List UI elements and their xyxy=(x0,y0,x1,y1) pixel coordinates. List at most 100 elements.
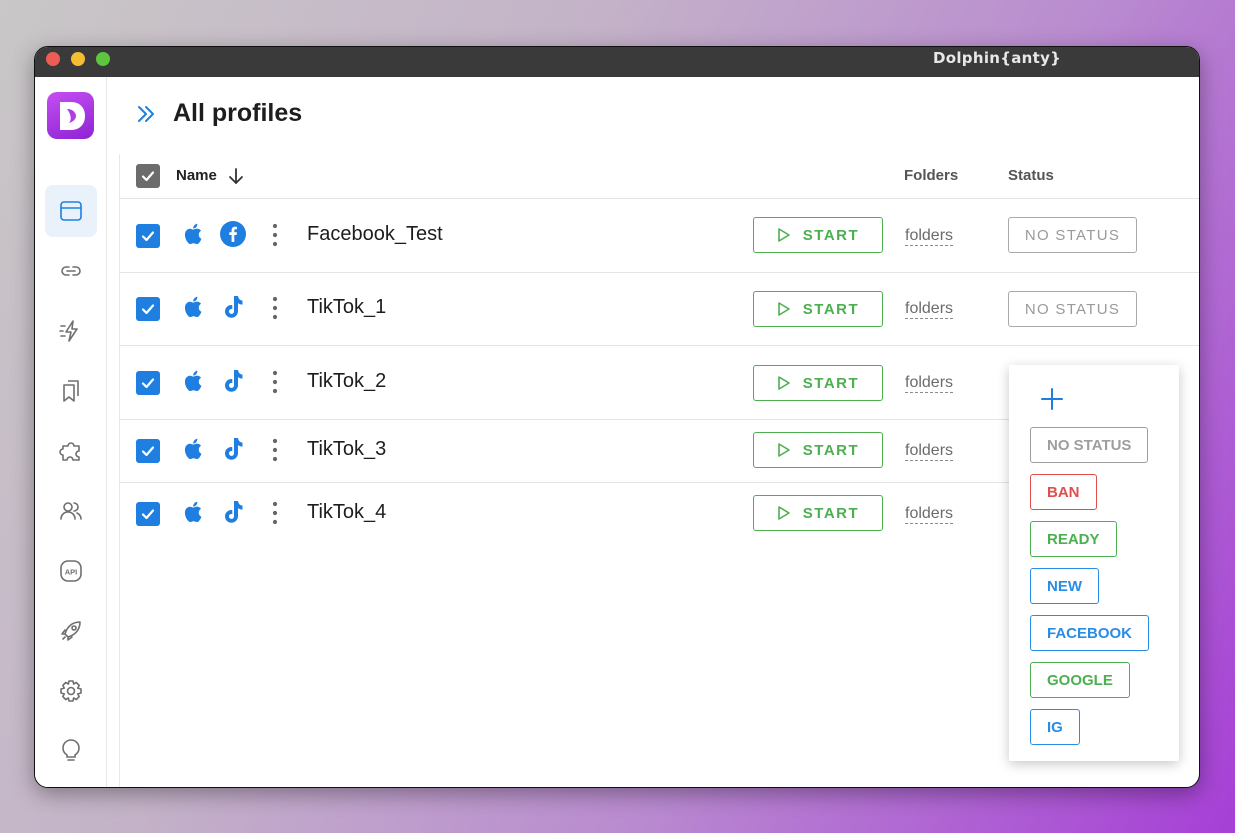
sidebar-item-profiles[interactable] xyxy=(45,185,97,237)
sidebar-item-automation[interactable] xyxy=(45,305,97,357)
status-option-google[interactable]: GOOGLE xyxy=(1030,662,1130,698)
more-options-icon[interactable] xyxy=(271,296,279,320)
sidebar-item-tips[interactable] xyxy=(45,725,97,777)
row-checkbox[interactable] xyxy=(136,297,160,321)
profile-name[interactable]: TikTok_1 xyxy=(307,296,386,319)
play-icon xyxy=(777,302,790,316)
check-icon xyxy=(141,509,155,520)
start-button[interactable]: START xyxy=(753,495,883,531)
play-icon xyxy=(777,506,790,520)
folders-link[interactable]: folders xyxy=(905,227,954,246)
minimize-window-button[interactable] xyxy=(71,52,85,66)
sidebar-item-extensions[interactable] xyxy=(45,425,97,477)
check-icon xyxy=(141,171,155,182)
profile-name[interactable]: TikTok_4 xyxy=(307,501,386,524)
folders-link[interactable]: folders xyxy=(905,300,954,319)
tiktok-icon xyxy=(225,370,243,392)
more-options-icon[interactable] xyxy=(271,223,279,247)
table-divider xyxy=(119,198,1199,199)
folders-link[interactable]: folders xyxy=(905,374,954,393)
users-icon xyxy=(60,502,82,520)
tiktok-icon xyxy=(225,296,243,318)
title-bar: Dolphin{anty} xyxy=(35,47,1199,77)
status-option-facebook[interactable]: FACEBOOK xyxy=(1030,615,1150,651)
facebook-icon xyxy=(220,221,246,247)
column-header-folders: Folders xyxy=(904,167,959,184)
apple-icon xyxy=(184,223,202,245)
page-title: All profiles xyxy=(173,99,303,127)
sidebar-item-api[interactable]: API xyxy=(45,545,97,597)
more-options-icon[interactable] xyxy=(271,501,279,525)
window-title: Dolphin{anty} xyxy=(933,49,1062,67)
start-button-label: START xyxy=(802,226,860,244)
browser-window-icon xyxy=(60,201,82,221)
more-options-icon[interactable] xyxy=(271,438,279,462)
close-window-button[interactable] xyxy=(46,52,60,66)
api-icon-label: API xyxy=(65,568,78,577)
row-checkbox[interactable] xyxy=(136,502,160,526)
sidebar-item-launch[interactable] xyxy=(45,605,97,657)
start-button[interactable]: START xyxy=(753,217,883,253)
start-button[interactable]: START xyxy=(753,365,883,401)
check-icon xyxy=(141,304,155,315)
more-options-icon[interactable] xyxy=(271,370,279,394)
start-button[interactable]: START xyxy=(753,432,883,468)
play-icon xyxy=(777,228,790,242)
profile-name[interactable]: TikTok_2 xyxy=(307,370,386,393)
puzzle-icon xyxy=(59,442,80,461)
bookmarks-icon xyxy=(63,380,79,402)
table-row[interactable]: Facebook_Test START folders NO STATUS xyxy=(119,200,1199,270)
row-checkbox[interactable] xyxy=(136,224,160,248)
tiktok-icon xyxy=(225,438,243,460)
rocket-icon xyxy=(61,621,81,641)
start-button-label: START xyxy=(802,300,860,318)
check-icon xyxy=(141,231,155,242)
sidebar-item-users[interactable] xyxy=(45,485,97,537)
status-option-ban[interactable]: BAN xyxy=(1030,474,1097,510)
start-button-label: START xyxy=(802,504,860,522)
sidebar-item-proxies[interactable] xyxy=(45,245,97,297)
folders-link[interactable]: folders xyxy=(905,505,954,524)
apple-icon xyxy=(184,370,202,392)
status-button[interactable]: NO STATUS xyxy=(1008,217,1137,253)
link-icon xyxy=(61,266,81,276)
table-divider xyxy=(119,345,1199,346)
start-button-label: START xyxy=(802,374,860,392)
folders-link[interactable]: folders xyxy=(905,442,954,461)
profile-name[interactable]: Facebook_Test xyxy=(307,223,443,246)
table-row[interactable]: TikTok_1 START folders NO STATUS xyxy=(119,273,1199,343)
sidebar-item-settings[interactable] xyxy=(45,665,97,717)
dolphin-logo-icon[interactable] xyxy=(47,92,94,139)
profile-name[interactable]: TikTok_3 xyxy=(307,438,386,461)
double-chevron-right-icon[interactable] xyxy=(135,103,157,125)
status-button[interactable]: NO STATUS xyxy=(1008,291,1137,327)
status-option-ready[interactable]: READY xyxy=(1030,521,1117,557)
maximize-window-button[interactable] xyxy=(96,52,110,66)
check-icon xyxy=(141,378,155,389)
lightbulb-icon xyxy=(62,739,80,761)
sort-arrow-down-icon[interactable] xyxy=(227,167,245,185)
apple-icon xyxy=(184,438,202,460)
select-all-checkbox[interactable] xyxy=(136,164,160,188)
apple-icon xyxy=(184,296,202,318)
app-window: Dolphin{anty} API All profiles Name Fold… xyxy=(34,46,1200,788)
apple-icon xyxy=(184,501,202,523)
row-checkbox[interactable] xyxy=(136,439,160,463)
api-icon: API xyxy=(60,560,82,582)
status-option-no-status[interactable]: NO STATUS xyxy=(1030,427,1149,463)
sidebar-item-bookmarks[interactable] xyxy=(45,365,97,417)
start-button[interactable]: START xyxy=(753,291,883,327)
check-icon xyxy=(141,446,155,457)
row-checkbox[interactable] xyxy=(136,371,160,395)
lightning-icon xyxy=(59,320,78,342)
plus-icon[interactable] xyxy=(1040,387,1064,411)
status-option-ig[interactable]: IG xyxy=(1030,709,1080,745)
play-icon xyxy=(777,443,790,457)
play-icon xyxy=(777,376,790,390)
gear-icon xyxy=(60,680,82,702)
status-option-new[interactable]: NEW xyxy=(1030,568,1099,604)
sidebar: API xyxy=(35,77,107,787)
tiktok-icon xyxy=(225,501,243,523)
status-dropdown: NO STATUS BAN READY NEW FACEBOOK GOOGLE … xyxy=(1009,365,1179,761)
column-header-name[interactable]: Name xyxy=(176,167,217,184)
